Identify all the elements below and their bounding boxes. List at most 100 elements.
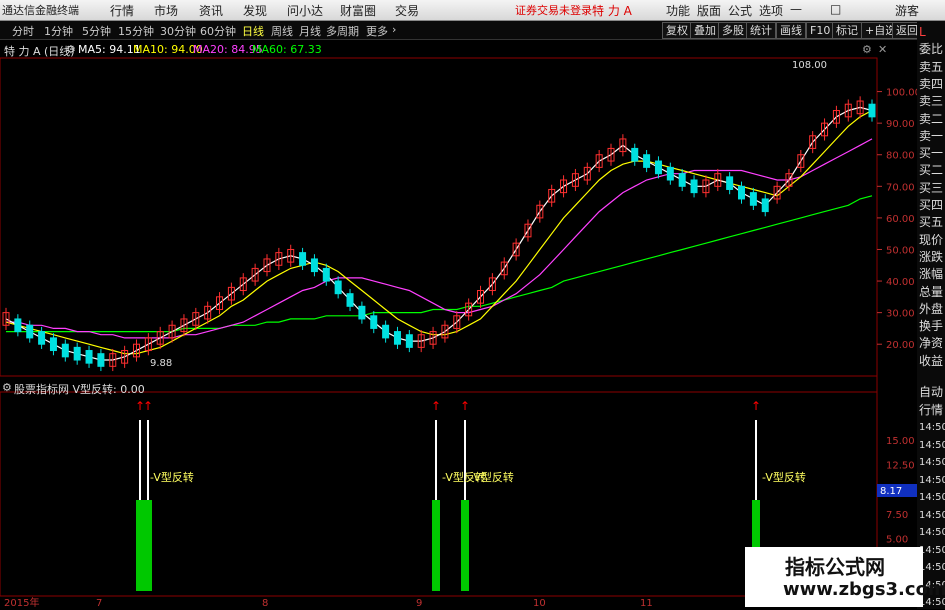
current-value-label: 8.17 [880, 486, 902, 497]
candle-body [405, 334, 413, 348]
mark-button[interactable]: 标记 [832, 22, 862, 39]
signal-bar [144, 500, 152, 591]
quote-label: 买三 [919, 180, 944, 195]
tab-60min[interactable]: 60分钟 [200, 23, 236, 39]
menu-discover[interactable]: 发现 [243, 2, 267, 19]
high-price-label: 108.00 [792, 60, 827, 71]
price-axis-label: 60.00 [886, 214, 915, 225]
indicator-axis-label: 12.50 [886, 460, 915, 471]
tab-30min[interactable]: 30分钟 [160, 23, 196, 39]
tick-time-label[interactable]: 自动 [919, 385, 943, 400]
candle-body [393, 331, 401, 345]
signal-label: -V型反转 [150, 470, 194, 484]
menu-wealth[interactable]: 财富圈 [340, 2, 376, 19]
tab-more[interactable]: 更多 [366, 23, 388, 39]
quote-label: 买二 [919, 163, 944, 178]
ma5-value: MA5: 94.11 [78, 43, 141, 56]
indicator-axis-label: 15.00 [886, 436, 915, 447]
price-axis-label: 100.00 [886, 88, 921, 99]
menu-formula[interactable]: 公式 [728, 2, 752, 19]
menu-options[interactable]: 选项 [759, 2, 783, 19]
close-icon[interactable]: ✕ [878, 43, 887, 56]
gear-icon[interactable]: ⚙ [66, 43, 76, 56]
overlay-button[interactable]: 叠加 [690, 22, 720, 39]
top-stock-name: 特 力 A [592, 4, 632, 18]
indicator-axis-label: 7.50 [886, 510, 908, 521]
main-chart-canvas[interactable]: 100.00 90.00 80.00 70.00 60.00 50.00 40.00 30.0… [0, 0, 945, 609]
tab-15min[interactable]: 15分钟 [118, 23, 154, 39]
candle-body [14, 318, 22, 333]
statistics-button[interactable]: 统计 [746, 22, 776, 39]
price-axis-label: 30.00 [886, 309, 915, 320]
quote-label: 卖二 [919, 111, 944, 126]
period-toolbar: 分时 1分钟 5分钟 15分钟 30分钟 60分钟 日线 周线 月线 多周期 更… [0, 21, 945, 40]
x-axis-label: 7 [96, 598, 102, 609]
tick-time-label: 14:50 [919, 439, 945, 451]
indicator-title[interactable]: 股票指标网 V型反转: 0.00 [14, 381, 145, 397]
candle-body [631, 147, 639, 162]
menu-layout[interactable]: 版面 [697, 2, 721, 19]
menu-exchange[interactable]: 市场 [154, 2, 178, 19]
candle-body [370, 315, 378, 329]
candle-body [38, 331, 46, 345]
quote-label: 涨跌 [919, 249, 944, 264]
chevron-right-icon[interactable]: › [392, 23, 396, 36]
tab-weekly[interactable]: 周线 [271, 23, 293, 39]
quote-label: 卖五 [919, 59, 944, 74]
price-axis-label: 40.00 [886, 277, 915, 288]
tab-monthly[interactable]: 月线 [299, 23, 321, 39]
x-axis-label: 10 [533, 598, 546, 609]
price-axis-label: 50.00 [886, 245, 915, 256]
draw-line-button[interactable]: 画线 [776, 22, 806, 39]
multi-stock-button[interactable]: 多股 [718, 22, 748, 39]
menu-market[interactable]: 行情 [110, 2, 134, 19]
chart-stock-title[interactable]: 特 力 A (日线) [4, 43, 75, 59]
price-axis-label: 20.00 [886, 340, 915, 351]
f10-button[interactable]: F10 [806, 22, 835, 39]
quote-label: 卖三 [919, 94, 944, 109]
quote-label: 卖四 [919, 76, 944, 91]
up-arrow-icon: ↑ [143, 399, 153, 413]
adjust-button[interactable]: 复权 [662, 22, 692, 39]
candle-body [761, 198, 769, 213]
tab-timeshare[interactable]: 分时 [12, 23, 34, 39]
maximize-icon[interactable]: □ [830, 2, 841, 16]
tab-1min[interactable]: 1分钟 [44, 23, 73, 39]
candle-body [654, 160, 662, 175]
minimize-icon[interactable]: — [790, 2, 802, 16]
tick-time-label: 14:50 [919, 422, 945, 433]
guest-button[interactable]: 游客 [895, 2, 919, 19]
tick-time-label[interactable]: 行情 [919, 403, 943, 418]
right-quote-panel: L 委比 卖五 卖四 卖三 卖二 卖一 买一 买二 买三 买四 买五 现价 涨跌 涨幅 总量 外盘 换手 净资 收益自… [917, 21, 945, 609]
tab-5min[interactable]: 5分钟 [82, 23, 111, 39]
candle-body [334, 280, 342, 295]
login-notice[interactable]: 证券交易未登录 [515, 2, 592, 18]
candle-body [61, 343, 69, 358]
candle-body [97, 353, 105, 367]
signal-bar [461, 500, 469, 591]
ma60-line [6, 195, 873, 333]
settings-icon[interactable]: ⚙ [862, 43, 872, 56]
candle-body [678, 173, 686, 187]
low-price-label: 9.88 [150, 358, 172, 369]
candle-body [726, 176, 734, 190]
x-axis-label: 2015年 [4, 596, 39, 609]
indicator-gear-icon[interactable]: ⚙ [2, 381, 12, 394]
candle-body [322, 267, 330, 282]
price-axis-label: 70.00 [886, 182, 915, 193]
candle-body [382, 324, 390, 339]
menu-function[interactable]: 功能 [666, 2, 690, 19]
candle-body [73, 346, 81, 361]
quote-label: 总量 [919, 284, 944, 299]
ma20-line [6, 138, 873, 339]
candle-body [868, 103, 876, 118]
quote-label: 收益 [919, 353, 944, 368]
menu-trade[interactable]: 交易 [395, 2, 419, 19]
tab-multi-period[interactable]: 多周期 [326, 23, 359, 39]
menu-ask[interactable]: 问小达 [287, 2, 323, 19]
candle-body [49, 337, 57, 352]
tab-daily[interactable]: 日线 [242, 23, 264, 39]
quote-label: 换手 [919, 319, 944, 334]
menu-news[interactable]: 资讯 [199, 2, 223, 19]
tick-time-label: 14:50 [919, 492, 945, 503]
